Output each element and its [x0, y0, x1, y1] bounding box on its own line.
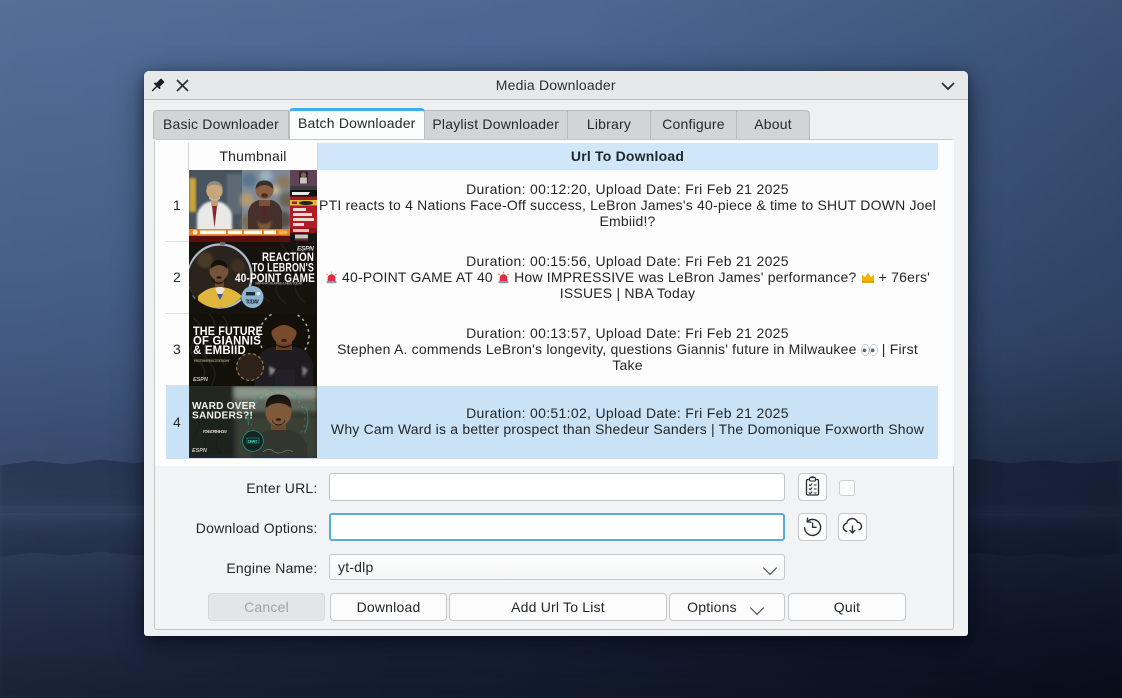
svg-text:FOXWORTH SHOW: FOXWORTH SHOW [203, 429, 227, 434]
svg-text:SANDERS?!: SANDERS?! [192, 410, 253, 422]
svg-text:TODAY: TODAY [246, 300, 260, 306]
svg-text:& EMBIID: & EMBIID [193, 345, 246, 357]
svg-text:ESPN: ESPN [193, 377, 209, 383]
svg-text:WITH PAT McAFEE & NBA TODAY: WITH PAT McAFEE & NBA TODAY [255, 282, 303, 286]
svg-text:ESPN: ESPN [192, 448, 208, 454]
svg-text:FIRST TAKE REACTS TONIGHT: FIRST TAKE REACTS TONIGHT [194, 359, 230, 363]
svg-text:ESPN: ESPN [297, 246, 314, 253]
svg-text:DRAFT: DRAFT [248, 440, 258, 444]
